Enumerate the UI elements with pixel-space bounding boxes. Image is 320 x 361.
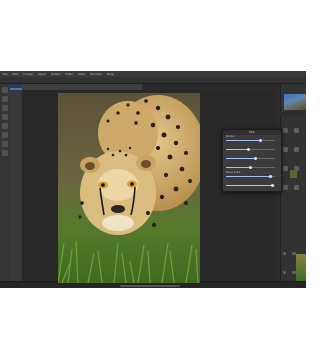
cheetah-illustration bbox=[58, 93, 200, 283]
adjustment-label: Radius bbox=[226, 135, 235, 138]
slider-fill bbox=[226, 176, 271, 177]
adjustment-icons bbox=[282, 119, 304, 195]
adjustment-radius: Radius bbox=[223, 135, 281, 144]
link-icon[interactable] bbox=[282, 251, 286, 255]
adjustment-2 bbox=[223, 144, 281, 153]
adjustment-6 bbox=[223, 180, 281, 189]
levels-icon[interactable] bbox=[293, 128, 299, 133]
slider-track[interactable] bbox=[226, 166, 275, 169]
new-layer-icon[interactable] bbox=[282, 270, 286, 274]
slider-fill bbox=[226, 158, 256, 159]
photo-filter-icon[interactable] bbox=[293, 185, 299, 190]
slider-fill bbox=[226, 149, 249, 150]
brush-tool-icon[interactable] bbox=[2, 123, 8, 129]
layers-footer bbox=[282, 241, 304, 274]
filter-dialog: Filter Radius Noise Scale bbox=[222, 129, 282, 192]
cheetah-photo bbox=[58, 93, 200, 283]
panel-tabs[interactable] bbox=[280, 111, 306, 116]
slider-fill bbox=[226, 167, 251, 168]
zoom-tool-icon[interactable] bbox=[2, 150, 8, 156]
crop-tool-icon[interactable] bbox=[2, 114, 8, 120]
slider-track[interactable] bbox=[226, 175, 275, 178]
slider-track[interactable] bbox=[226, 184, 275, 187]
horizontal-scrollbar[interactable] bbox=[120, 285, 180, 287]
adjustment-3 bbox=[223, 153, 281, 162]
slider-handle[interactable] bbox=[246, 148, 250, 151]
slider-handle[interactable] bbox=[271, 184, 275, 187]
text-tool-icon[interactable] bbox=[2, 141, 8, 147]
curves-icon[interactable] bbox=[282, 147, 288, 152]
slider-handle[interactable] bbox=[253, 157, 257, 160]
select-tool-icon[interactable] bbox=[2, 96, 8, 102]
eraser-tool-icon[interactable] bbox=[2, 132, 8, 138]
balance-icon[interactable] bbox=[282, 185, 288, 190]
history-thumbnail[interactable] bbox=[296, 254, 306, 281]
move-tool-icon[interactable] bbox=[2, 87, 8, 93]
slider-handle[interactable] bbox=[268, 175, 272, 178]
vibrance-icon[interactable] bbox=[282, 166, 288, 171]
tools-panel bbox=[0, 84, 10, 281]
adjustment-noise-scale: Noise Scale bbox=[223, 171, 281, 180]
brightness-icon[interactable] bbox=[282, 128, 288, 133]
slider-handle[interactable] bbox=[258, 139, 262, 142]
slider-handle[interactable] bbox=[249, 166, 252, 169]
layer-thumbnail[interactable] bbox=[290, 170, 297, 178]
slider-track[interactable] bbox=[226, 139, 275, 142]
slider-fill bbox=[226, 140, 261, 141]
options-bar bbox=[0, 77, 306, 84]
slider-track[interactable] bbox=[226, 148, 275, 151]
slider-fill bbox=[226, 185, 273, 186]
side-item-selected[interactable] bbox=[10, 88, 22, 90]
exposure-icon[interactable] bbox=[293, 147, 299, 152]
lasso-tool-icon[interactable] bbox=[2, 105, 8, 111]
side-panel bbox=[10, 84, 22, 281]
adjustment-4 bbox=[223, 162, 281, 171]
slider-track[interactable] bbox=[226, 157, 275, 160]
navigator-preview[interactable] bbox=[284, 94, 306, 110]
